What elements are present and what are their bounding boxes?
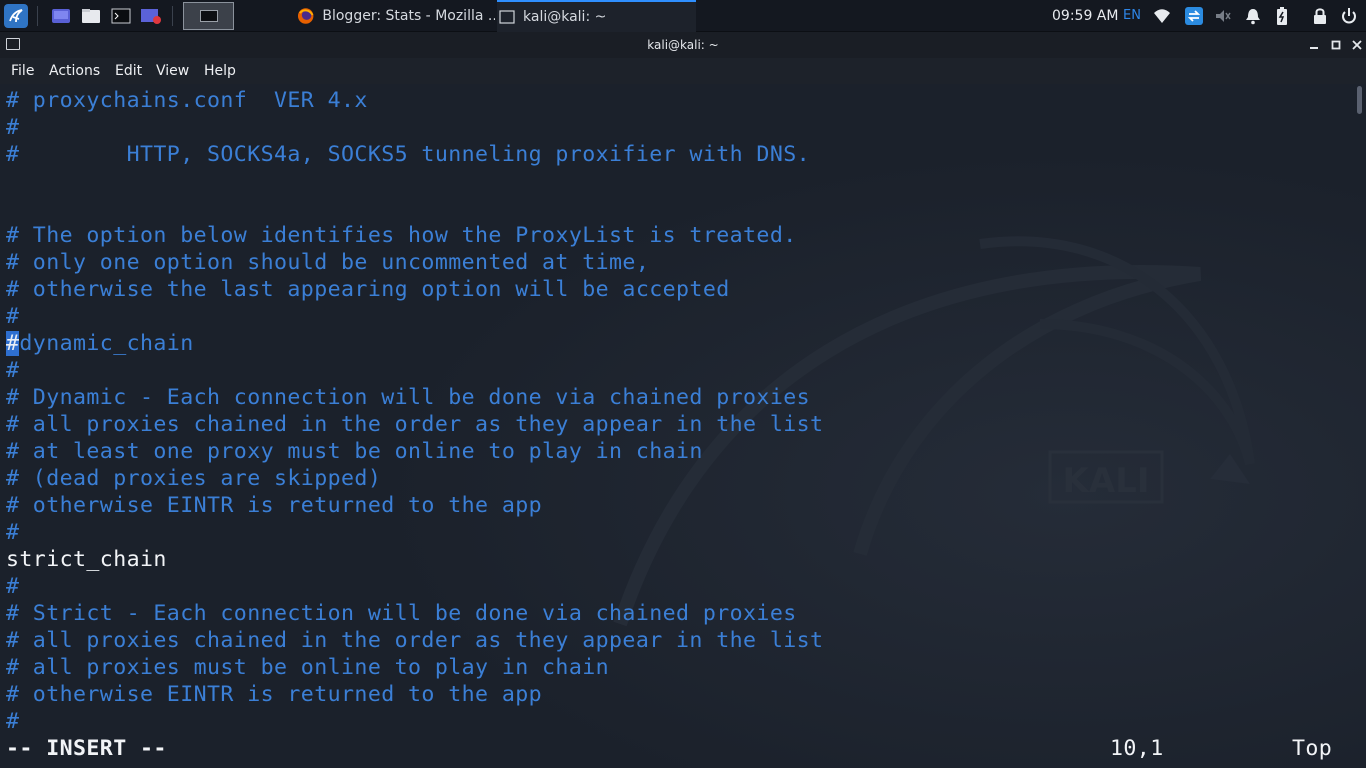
- editor-mode-indicator: -- INSERT --: [6, 736, 167, 761]
- screen-recorder-icon[interactable]: [140, 5, 162, 27]
- applications-menu-button[interactable]: [0, 0, 32, 32]
- code-line: # otherwise EINTR is returned to the app: [6, 682, 543, 707]
- menu-edit[interactable]: Edit: [115, 58, 142, 84]
- code-line: # otherwise the last appearing option wi…: [6, 277, 730, 302]
- svg-text:KALI: KALI: [1063, 461, 1150, 501]
- code-line: # all proxies must be online to play in …: [6, 655, 610, 680]
- code-line: #: [6, 574, 20, 599]
- taskbar-item-firefox[interactable]: Blogger: Stats - Mozilla ...: [297, 0, 495, 32]
- taskbar-item-terminal[interactable]: kali@kali: ~: [497, 0, 696, 32]
- cursor-position: 10,1: [1110, 736, 1164, 761]
- code-line: # all proxies chained in the order as th…: [6, 412, 824, 437]
- code-line: # all proxies chained in the order as th…: [6, 628, 824, 653]
- window-title: kali@kali: ~: [647, 38, 719, 52]
- menu-help[interactable]: Help: [204, 58, 236, 84]
- panel-separator: [172, 6, 173, 26]
- code-line: # Strict - Each connection will be done …: [6, 601, 797, 626]
- window-titlebar[interactable]: kali@kali: ~: [0, 32, 1366, 58]
- wifi-icon[interactable]: [1151, 5, 1173, 27]
- minimize-button[interactable]: [1305, 36, 1323, 54]
- code-line: # (dead proxies are skipped): [6, 466, 382, 491]
- power-icon[interactable]: [1338, 5, 1360, 27]
- menu-actions[interactable]: Actions: [49, 58, 100, 84]
- workspace-switcher[interactable]: [183, 2, 234, 30]
- code-line: # otherwise EINTR is returned to the app: [6, 493, 543, 518]
- code-line: # only one option should be uncommented …: [6, 250, 650, 275]
- cursor-line: #dynamic_chain: [6, 330, 823, 357]
- vim-statusline: -- INSERT -- 10,1 Top: [0, 735, 1366, 762]
- panel-separator: [37, 6, 38, 26]
- code-line: #: [6, 520, 20, 545]
- kali-logo-icon: [4, 4, 28, 28]
- text-cursor: #: [6, 331, 20, 356]
- taskbar-item-label: Blogger: Stats - Mozilla ...: [322, 8, 495, 24]
- maximize-button[interactable]: [1327, 36, 1345, 54]
- lock-screen-icon[interactable]: [1309, 5, 1331, 27]
- terminal-launcher-icon[interactable]: [110, 5, 132, 27]
- code-line: strict_chain: [6, 547, 167, 572]
- battery-charging-icon[interactable]: [1271, 5, 1293, 27]
- editor-buffer[interactable]: # proxychains.conf VER 4.x # # HTTP, SOC…: [6, 87, 823, 735]
- terminal-scrollbar[interactable]: [1357, 86, 1362, 114]
- scroll-position: Top: [1292, 736, 1333, 761]
- cursor-line-text: dynamic_chain: [19, 331, 194, 356]
- close-button[interactable]: [1348, 36, 1366, 54]
- code-line: # proxychains.conf VER 4.x: [6, 88, 368, 113]
- notifications-bell-icon[interactable]: [1242, 5, 1264, 27]
- workspace-window-thumbnail: [199, 10, 218, 22]
- code-line: # at least one proxy must be online to p…: [6, 439, 703, 464]
- volume-muted-icon[interactable]: [1212, 5, 1234, 27]
- terminal-menubar: File Actions Edit View Help: [0, 58, 1366, 84]
- code-line: # HTTP, SOCKS4a, SOCKS5 tunneling proxif…: [6, 142, 811, 167]
- code-line: #: [6, 709, 20, 734]
- taskbar-item-label: kali@kali: ~: [523, 9, 607, 25]
- show-desktop-icon[interactable]: [50, 5, 72, 27]
- network-vpn-icon[interactable]: [1183, 5, 1205, 27]
- terminal-icon: [499, 10, 515, 24]
- code-line: # The option below identifies how the Pr…: [6, 223, 797, 248]
- clock[interactable]: 09:59 AM: [1052, 0, 1118, 32]
- code-line: # Dynamic - Each connection will be done…: [6, 385, 811, 410]
- terminal-view[interactable]: KALI # proxychains.conf VER 4.x # # HTTP…: [0, 84, 1366, 768]
- code-line: #: [6, 304, 20, 329]
- menu-file[interactable]: File: [11, 58, 34, 84]
- keyboard-layout-indicator[interactable]: EN: [1123, 0, 1141, 32]
- top-panel: Blogger: Stats - Mozilla ... kali@kali: …: [0, 0, 1366, 32]
- firefox-icon: [297, 8, 314, 24]
- code-line: #: [6, 115, 20, 140]
- code-line: #: [6, 358, 20, 383]
- file-manager-icon[interactable]: [80, 5, 102, 27]
- menu-view[interactable]: View: [156, 58, 189, 84]
